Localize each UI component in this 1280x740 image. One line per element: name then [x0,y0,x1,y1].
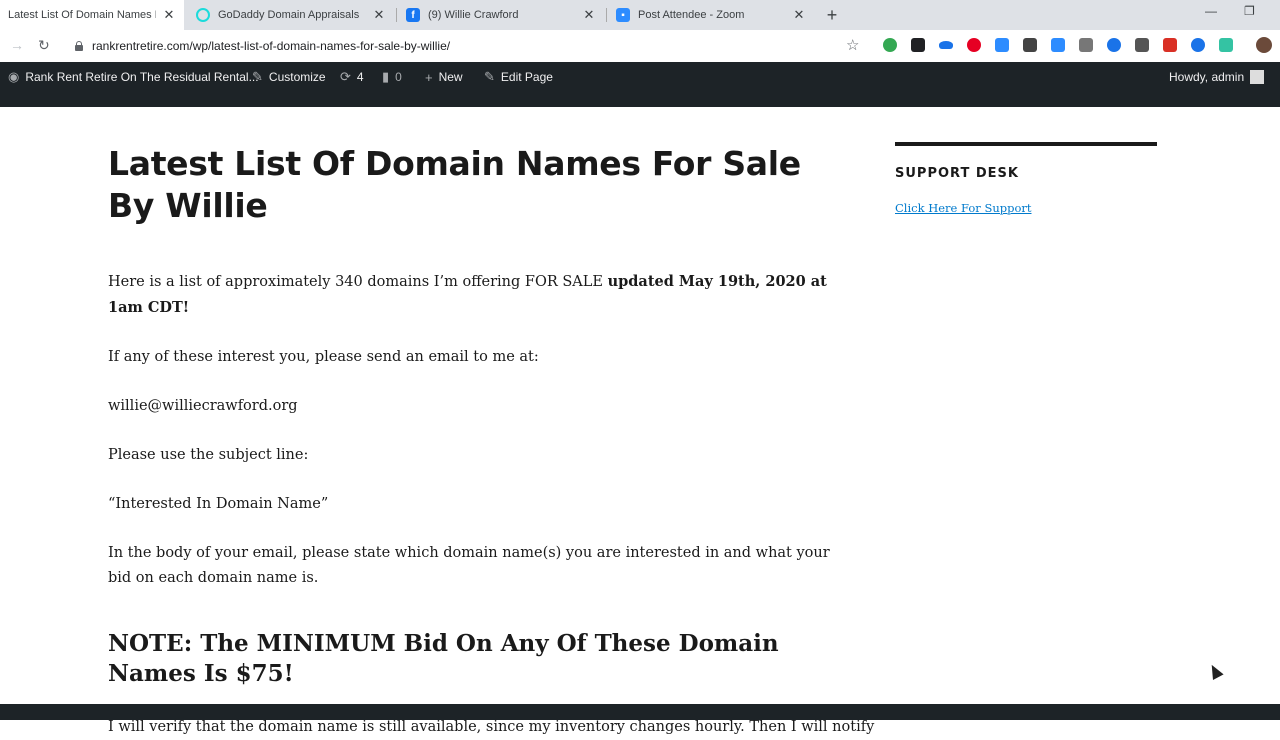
updates-menu[interactable]: ⟳ 4 [340,62,364,92]
url-text: rankrentretire.com/wp/latest-list-of-dom… [92,39,451,53]
close-icon[interactable]: ✕ [792,7,806,22]
page-title: Latest List Of Domain Names For Sale By … [108,144,801,225]
site-name: Rank Rent Retire On The Residual Rental.… [25,70,259,84]
page-content: Latest List Of Domain Names For Sale By … [0,107,1280,735]
new-label: New [438,70,463,84]
extension-icon[interactable] [1107,38,1121,52]
sidebar-widget: SUPPORT DESK Click Here For Support [895,142,1157,215]
paragraph: Please use the subject line: [108,447,309,463]
restore-icon[interactable]: ❐ [1244,4,1255,18]
zoom-icon: ▪ [616,8,630,22]
support-link[interactable]: Click Here For Support [895,201,1157,215]
facebook-icon: f [406,8,420,22]
comment-icon: ▮ [382,69,390,84]
avatar[interactable] [1256,37,1272,53]
plus-icon: + [425,69,433,85]
cloud-icon[interactable] [939,41,953,49]
tab-godaddy[interactable]: GoDaddy Domain Appraisals ✕ [188,0,394,30]
site-name-menu[interactable]: ◉ Rank Rent Retire On The Residual Renta… [8,62,259,92]
comments-count: 0 [395,70,402,84]
extension-icon[interactable] [1051,38,1065,52]
new-tab-button[interactable]: + [822,5,842,25]
extension-icon[interactable] [1163,38,1177,52]
pencil-icon: ✎ [484,69,495,84]
subject-line: “Interested In Domain Name” [108,496,329,512]
updates-count: 4 [356,70,364,84]
extension-icon[interactable] [1135,38,1149,52]
bookmark-star-icon[interactable]: ☆ [846,36,859,54]
close-icon[interactable]: ✕ [162,7,176,22]
edit-page-menu[interactable]: ✎ Edit Page [484,62,553,92]
tab-divider [606,8,607,22]
extension-icon[interactable] [1023,38,1037,52]
intro-paragraph: Here is a list of approximately 340 doma… [108,269,848,321]
header-band [0,92,1280,107]
updates-icon: ⟳ [340,69,351,84]
extension-icon[interactable] [1191,38,1205,52]
customize-label: Customize [268,70,326,84]
wp-admin-bar: ◉ Rank Rent Retire On The Residual Renta… [0,62,1280,92]
entry-content: Latest List Of Domain Names For Sale By … [108,143,874,740]
extension-icon[interactable] [883,38,897,52]
paragraph: If any of these interest you, please sen… [108,349,539,365]
mail-icon[interactable] [1079,38,1093,52]
tab-facebook[interactable]: f (9) Willie Crawford ✕ [398,0,604,30]
address-bar[interactable]: rankrentretire.com/wp/latest-list-of-dom… [68,33,868,59]
minimize-icon[interactable]: — [1205,4,1217,18]
pinterest-icon[interactable] [967,38,981,52]
customize-menu[interactable]: ✎ Customize [252,62,326,92]
tab-divider [396,8,397,22]
tab-zoom[interactable]: ▪ Post Attendee - Zoom ✕ [608,0,814,30]
howdy-label: Howdy, admin [1169,70,1245,84]
bottom-bar [0,704,1280,720]
palette-icon: ◉ [8,69,20,84]
tab-title: (9) Willie Crawford [428,9,519,21]
browser-toolbar: → ↻ rankrentretire.com/wp/latest-list-of… [0,30,1280,63]
edit-page-label: Edit Page [500,70,553,84]
forward-icon[interactable]: → [10,37,24,53]
widget-title: SUPPORT DESK [895,166,1019,181]
minimum-bid-note: NOTE: The MINIMUM Bid On Any Of These Do… [108,630,779,687]
brush-icon: ✎ [252,69,263,84]
new-menu[interactable]: + New [425,62,463,92]
tab-title: Latest List Of Domain Names For [8,9,156,21]
extension-icon[interactable] [995,38,1009,52]
reload-icon[interactable]: ↻ [38,37,50,54]
comments-menu[interactable]: ▮ 0 [382,62,402,92]
avatar [1250,70,1265,84]
email-address: willie@williecrawford.org [108,398,298,414]
account-menu[interactable]: Howdy, admin [1169,62,1265,92]
close-icon[interactable]: ✕ [582,7,596,22]
extension-icon[interactable] [1219,38,1233,52]
lock-icon [74,41,84,51]
extension-icon[interactable] [911,38,925,52]
tab-strip: Latest List Of Domain Names For ✕ GoDadd… [0,0,1280,30]
godaddy-icon [196,8,210,22]
tab-title: GoDaddy Domain Appraisals [218,9,360,21]
paragraph: In the body of your email, please state … [108,545,830,586]
close-icon[interactable]: ✕ [372,7,386,22]
tab-latest-list[interactable]: Latest List Of Domain Names For ✕ [0,0,184,30]
tab-title: Post Attendee - Zoom [638,9,745,21]
intro-text: Here is a list of approximately 340 doma… [108,274,608,290]
